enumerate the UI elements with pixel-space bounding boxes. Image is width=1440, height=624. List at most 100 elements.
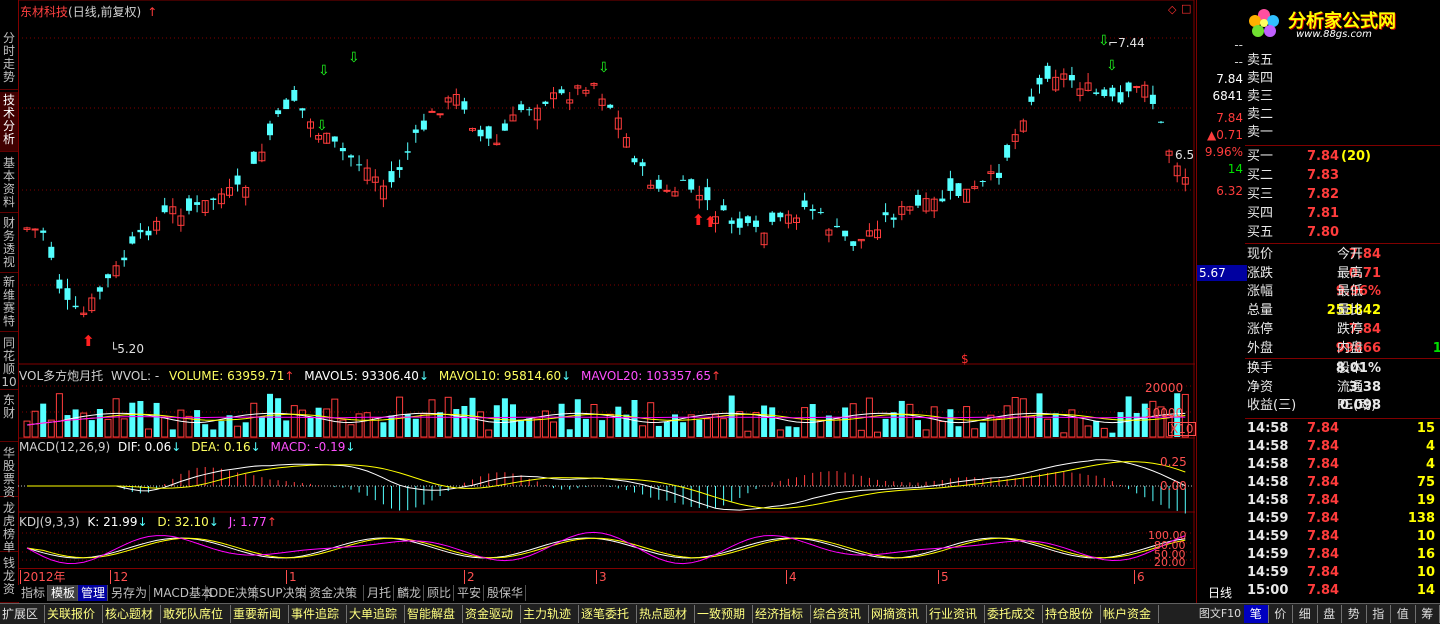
diamond-icon[interactable]: ◇ (1168, 3, 1176, 16)
volume-bar (65, 415, 71, 437)
vol-indicator-name: VOL多方炮月托 (19, 369, 103, 383)
window-restore-icon[interactable]: □ (1181, 2, 1191, 15)
logo-url: www.88gs.com (1296, 29, 1372, 40)
stat-label: 量比 (1337, 302, 1363, 320)
function-tab[interactable]: 网摘资讯 (869, 605, 927, 623)
stat-label: 内盘 (1337, 340, 1363, 358)
down-signal-icon: ⇩ (1106, 58, 1118, 74)
candle-body (704, 187, 710, 200)
function-tab[interactable]: 热点题材 (637, 605, 695, 623)
tick-list[interactable]: 14:587.8415S14:587.844S14:587.844S14:587… (1245, 420, 1440, 600)
left-tab-2[interactable]: 基本资料 (0, 155, 18, 213)
left-tab-9[interactable]: 钱龙资 (0, 555, 18, 603)
volume-bar (324, 409, 330, 437)
quote-view-tab[interactable]: 价 (1269, 605, 1294, 623)
left-tab-3[interactable]: 财务透视 (0, 215, 18, 273)
kdj-indicator-name: KDJ(9,3,3) (19, 515, 80, 529)
left-tab-8[interactable]: 龙虎榜单 (0, 500, 18, 552)
stat-label: 收益(三) (1247, 397, 1296, 415)
indicator-tab[interactable]: 麟龙 (394, 585, 424, 601)
volume-bar (218, 421, 224, 437)
function-tab[interactable]: 资金驱动 (463, 605, 521, 623)
function-tab[interactable]: 关联报价 (45, 605, 103, 623)
candle-body (56, 280, 62, 289)
left-tab-4[interactable]: 新维赛特 (0, 274, 18, 332)
volume-bar (891, 412, 897, 437)
candle-body (105, 274, 111, 278)
function-tab[interactable]: 经济指标 (753, 605, 811, 623)
date-label: 6 (1134, 570, 1145, 584)
sell-label: 卖五 (1247, 52, 1273, 70)
candle-body (97, 287, 103, 291)
mavol5-value: MAVOL5: 93306.40 (304, 369, 419, 383)
function-tab[interactable]: 事件追踪 (289, 605, 347, 623)
function-tab[interactable]: 行业资讯 (927, 605, 985, 623)
function-tab[interactable]: 大单追踪 (347, 605, 405, 623)
volume-bar (737, 412, 743, 437)
f10-button[interactable]: 图文F10 (1196, 603, 1244, 623)
indicator-tab[interactable]: 资金决策 (306, 585, 364, 601)
left-tab-1[interactable]: 技术分析 (0, 92, 18, 152)
function-tab[interactable]: 帐户资金 (1101, 605, 1159, 623)
candle-body (1093, 92, 1099, 94)
function-tab[interactable]: 智能解盘 (405, 605, 463, 623)
function-tab[interactable]: 逐笔委托 (579, 605, 637, 623)
quote-view-tab[interactable]: 盘 (1318, 605, 1343, 623)
candle-body (389, 171, 395, 182)
left-tab-0[interactable]: 分时走势 (0, 30, 18, 90)
tick-time: 14:58 (1247, 474, 1288, 492)
left-tab-6[interactable]: 东财 (0, 392, 18, 442)
function-tab[interactable]: 扩展区 (0, 605, 45, 623)
left-tab-5[interactable]: 同花顺10 (0, 335, 18, 390)
indicator-tab[interactable]: SUP决策 (256, 585, 306, 601)
quote-view-tab[interactable]: 指 (1367, 605, 1392, 623)
volume-bar (688, 415, 694, 437)
up-signal-icon: ⬆ (704, 213, 717, 231)
indicator-tab[interactable]: 殷保华 (484, 585, 526, 601)
function-tab[interactable]: 委托成交 (985, 605, 1043, 623)
quote-view-tab[interactable]: 值 (1391, 605, 1416, 623)
indicator-tab[interactable]: MACD基本 (150, 585, 206, 601)
volume-bar (437, 412, 443, 437)
volume-bar (1085, 426, 1091, 437)
candle-body (210, 198, 216, 200)
tick-price: 7.84 (1307, 492, 1339, 510)
indicator-tab[interactable]: 顾比 (424, 585, 454, 601)
function-tab[interactable]: 核心题材 (103, 605, 161, 623)
stock-name: 东材科技 (20, 5, 68, 19)
candle-body (429, 111, 435, 112)
candle-body (486, 126, 492, 138)
buy-price: 7.83 (1307, 167, 1339, 185)
indicator-tab[interactable]: 月托 (364, 585, 394, 601)
candle-body (291, 90, 297, 101)
function-tab[interactable]: 敢死队席位 (161, 605, 231, 623)
chart-area[interactable]: ⇩⇩⇩⇩⇩⇩⬆⬆⬆ 东材科技(日线,前复权)↑ VOL多方炮月托 WVOL: -… (18, 0, 1195, 568)
indicator-tab[interactable]: 模板 (48, 585, 78, 601)
quote-view-tab[interactable]: 笔 (1244, 605, 1269, 623)
tick-row: 15:007.8414S (1245, 582, 1440, 600)
volume-bar (1077, 417, 1083, 437)
volume-bar (137, 401, 143, 437)
function-tab[interactable]: 持仓股份 (1043, 605, 1101, 623)
kline-chart-svg[interactable]: ⇩⇩⇩⇩⇩⇩⬆⬆⬆ (18, 0, 1195, 568)
site-logo: 分析家公式网 www.88gs.com (1244, 6, 1438, 40)
function-tab[interactable]: 重要新闻 (231, 605, 289, 623)
indicator-tab[interactable]: DDE决策 (206, 585, 256, 601)
indicator-tab[interactable]: 另存为 (108, 585, 150, 601)
date-label: 3 (596, 570, 607, 584)
indicator-tab[interactable]: 平安 (454, 585, 484, 601)
function-tab[interactable]: 综合资讯 (811, 605, 869, 623)
tick-price: 7.84 (1307, 564, 1339, 582)
function-tab[interactable]: 一致预期 (695, 605, 753, 623)
quote-view-tab[interactable]: 势 (1342, 605, 1367, 623)
volume-bar (583, 419, 589, 437)
tick-volume: 19 (1417, 492, 1435, 510)
function-tab[interactable]: 主力轨迹 (521, 605, 579, 623)
tick-volume: 10 (1417, 528, 1435, 546)
volume-bar (1004, 406, 1010, 437)
left-tab-7[interactable]: 华股票资 (0, 445, 18, 497)
indicator-tab[interactable]: 指标 (18, 585, 48, 601)
quote-view-tab[interactable]: 细 (1293, 605, 1318, 623)
quote-view-tab[interactable]: 筹 (1416, 605, 1440, 623)
indicator-tab[interactable]: 管理 (78, 585, 108, 601)
